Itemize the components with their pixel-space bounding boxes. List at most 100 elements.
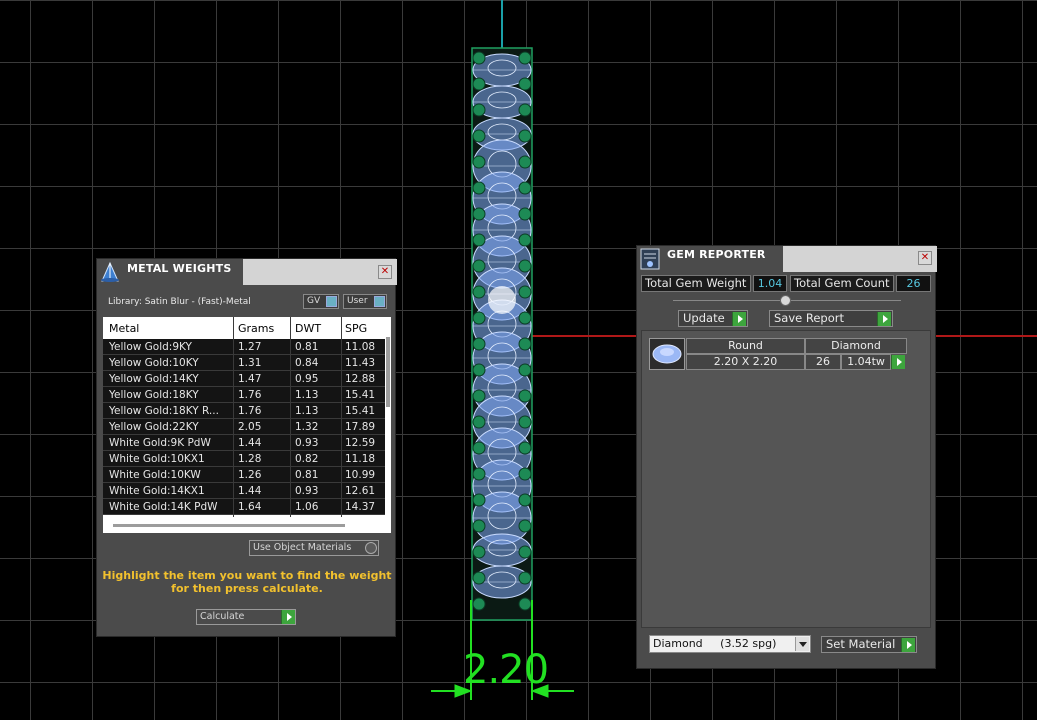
table-vertical-scrollbar[interactable] xyxy=(386,337,390,407)
close-button[interactable]: ✕ xyxy=(378,265,392,279)
prong xyxy=(472,77,486,91)
update-button[interactable]: Update xyxy=(678,310,748,327)
metal-name: White Gold:14KX1 xyxy=(109,485,205,497)
prong xyxy=(518,363,532,377)
play-arrow-icon xyxy=(877,312,891,326)
dwt-value: 1.06 xyxy=(295,501,319,513)
close-button[interactable]: ✕ xyxy=(918,251,932,265)
grams-value: 1.27 xyxy=(238,341,262,353)
metal-weights-panel[interactable]: METAL WEIGHTS ✕ Library: Satin Blur - (F… xyxy=(96,258,397,637)
prong xyxy=(518,519,532,533)
prong xyxy=(518,337,532,351)
grams-value: 2.05 xyxy=(238,421,262,433)
gv-toggle-label: GV xyxy=(307,296,321,306)
table-row[interactable]: Yellow Gold:18KY R... 1.76 1.13 15.41 xyxy=(103,403,385,419)
prong xyxy=(472,233,486,247)
gv-toggle[interactable]: GV xyxy=(303,294,339,309)
table-row[interactable]: White Gold:14KX1 1.44 0.93 12.61 xyxy=(103,483,385,499)
prong xyxy=(472,545,486,559)
use-object-materials-toggle[interactable]: Use Object Materials xyxy=(249,540,379,556)
dwt-value: 1.13 xyxy=(295,389,319,401)
metal-name: Yellow Gold:9KY xyxy=(109,341,192,353)
gem-size: 2.20 X 2.20 xyxy=(686,354,805,370)
column-divider xyxy=(233,317,234,517)
table-row[interactable]: Yellow Gold:10KY 1.31 0.84 11.43 xyxy=(103,355,385,371)
table-row[interactable]: White Gold:10KW 1.26 0.81 10.99 xyxy=(103,467,385,483)
prong xyxy=(518,597,532,611)
total-gem-count-label: Total Gem Count xyxy=(790,275,894,292)
gem-shape: Round xyxy=(686,338,805,354)
prong xyxy=(472,311,486,325)
prong xyxy=(472,467,486,481)
prong xyxy=(518,415,532,429)
table-row[interactable]: White Gold:9K PdW 1.44 0.93 12.59 xyxy=(103,435,385,451)
grams-value: 1.28 xyxy=(238,453,262,465)
prong xyxy=(472,415,486,429)
dwt-value: 1.13 xyxy=(295,405,319,417)
col-header-grams[interactable]: Grams xyxy=(238,322,274,335)
metal-name: Yellow Gold:18KY R... xyxy=(109,405,219,417)
prong xyxy=(518,103,532,117)
col-header-metal[interactable]: Metal xyxy=(109,322,139,335)
prong xyxy=(518,311,532,325)
calculate-button[interactable]: Calculate xyxy=(196,609,296,625)
splitter-knob-icon[interactable] xyxy=(780,295,791,306)
material-select-value: Diamond (3.52 spg) xyxy=(653,637,777,650)
table-row[interactable]: Yellow Gold:22KY 2.05 1.32 17.89 xyxy=(103,419,385,435)
gem-reporter-title: GEM REPORTER xyxy=(667,248,766,261)
dwt-value: 0.82 xyxy=(295,453,319,465)
table-row[interactable]: Yellow Gold:18KY 1.76 1.13 15.41 xyxy=(103,387,385,403)
spg-value: 14.37 xyxy=(345,501,376,513)
prong xyxy=(518,467,532,481)
prong xyxy=(518,389,532,403)
gem-list[interactable]: Round Diamond 2.20 X 2.20 26 1.04tw xyxy=(641,330,931,628)
gem-detail-arrow-icon[interactable] xyxy=(891,355,905,369)
col-header-dwt[interactable]: DWT xyxy=(295,322,321,335)
spg-value: 12.59 xyxy=(345,437,376,449)
spg-value: 12.88 xyxy=(345,373,376,385)
dwt-value: 0.81 xyxy=(295,469,319,481)
metal-name: Yellow Gold:10KY xyxy=(109,357,199,369)
spg-value: 12.61 xyxy=(345,485,376,497)
table-horizontal-scrollbar[interactable] xyxy=(113,524,345,527)
prong xyxy=(472,285,486,299)
gem-list-item[interactable]: Round Diamond 2.20 X 2.20 26 1.04tw xyxy=(642,331,932,379)
chevron-down-icon xyxy=(795,637,809,651)
prong xyxy=(472,493,486,507)
set-material-button[interactable]: Set Material xyxy=(821,636,917,653)
table-row[interactable]: White Gold:10KX1 1.28 0.82 11.18 xyxy=(103,451,385,467)
metal-table[interactable]: Metal Grams DWT SPG Yellow Gold:9KY 1.27 0… xyxy=(103,317,391,533)
grams-value: 1.44 xyxy=(238,437,262,449)
table-row[interactable]: White Gold:14K PdW 1.64 1.06 14.37 xyxy=(103,499,385,515)
metal-name: Yellow Gold:18KY xyxy=(109,389,199,401)
metal-name: Yellow Gold:14KY xyxy=(109,373,199,385)
gem-reporter-titlebar[interactable]: GEM REPORTER ✕ xyxy=(637,246,937,272)
gv-toggle-knob xyxy=(326,296,337,307)
gem-material: Diamond xyxy=(805,338,907,354)
col-header-spg[interactable]: SPG xyxy=(345,322,367,335)
gem-reporter-panel[interactable]: GEM REPORTER ✕ Total Gem Weight 1.04 Tot… xyxy=(636,245,937,669)
prong xyxy=(472,337,486,351)
radio-icon xyxy=(365,542,377,554)
prong xyxy=(472,181,486,195)
prong xyxy=(518,155,532,169)
metal-weights-titlebar[interactable]: METAL WEIGHTS ✕ xyxy=(97,259,397,285)
hint-line-2: for then press calculate. xyxy=(171,582,323,595)
gem-count: 26 xyxy=(805,354,841,370)
prong xyxy=(518,441,532,455)
prong xyxy=(472,363,486,377)
user-toggle[interactable]: User xyxy=(343,294,387,309)
material-select[interactable]: Diamond (3.52 spg) xyxy=(649,635,811,653)
metal-weights-title: METAL WEIGHTS xyxy=(127,262,232,275)
table-row[interactable]: Yellow Gold:14KY 1.47 0.95 12.88 xyxy=(103,371,385,387)
save-report-button[interactable]: Save Report xyxy=(769,310,893,327)
prong xyxy=(472,207,486,221)
prong xyxy=(472,103,486,117)
metal-name: White Gold:10KX1 xyxy=(109,453,205,465)
prong xyxy=(518,129,532,143)
table-row[interactable]: Yellow Gold:9KY 1.27 0.81 11.08 xyxy=(103,339,385,355)
spg-value: 11.08 xyxy=(345,341,376,353)
play-arrow-icon xyxy=(732,312,746,326)
user-toggle-label: User xyxy=(347,296,368,306)
play-arrow-icon xyxy=(281,610,295,624)
